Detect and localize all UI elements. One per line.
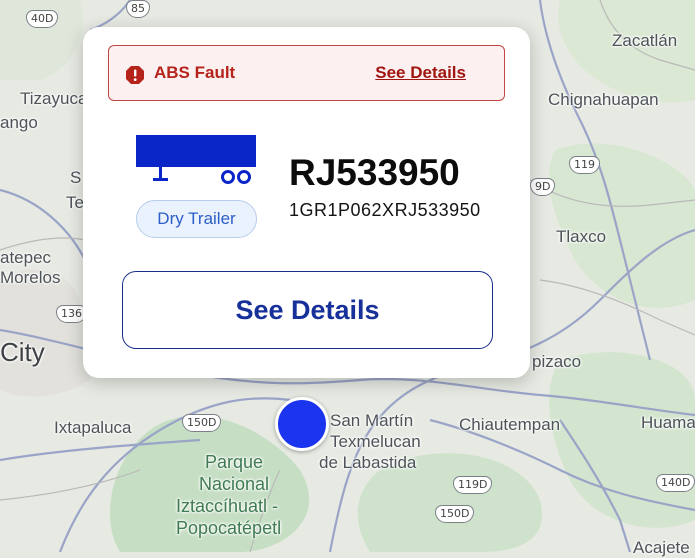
- map-shield-140d: 140D: [656, 474, 695, 492]
- unit-id: RJ533950: [289, 152, 460, 193]
- fault-alert-banner: ABS Fault See Details: [108, 45, 505, 101]
- alert-message: ABS Fault: [154, 63, 236, 82]
- map-label-ixtapaluca: Ixtapaluca: [54, 418, 132, 437]
- map-label-chiautempan: Chiautempan: [459, 415, 561, 434]
- map-label-te: Te: [66, 193, 84, 212]
- vehicle-info-popup: ABS Fault See Details Dry Trailer RJ5339…: [83, 27, 530, 378]
- map-shield-119d: 119D: [453, 476, 493, 494]
- dry-trailer-icon: [136, 135, 256, 184]
- map-label-huamantla: Huaman: [641, 413, 695, 432]
- see-details-button[interactable]: See Details: [122, 271, 493, 349]
- vehicle-location-marker[interactable]: [275, 397, 329, 451]
- vin-number: 1GR1P062XRJ533950: [289, 200, 481, 220]
- map-label-san-martin-line1: San Martín: [330, 411, 414, 430]
- map-shield-150d-east: 150D: [435, 505, 475, 523]
- map-shield-119: 119: [569, 156, 600, 174]
- map-shield-150d-west: 150D: [182, 414, 222, 432]
- map-label-park-line3: Iztaccíhuatl -: [176, 496, 279, 516]
- map-label-morelos: Morelos: [0, 268, 61, 287]
- map-label-apizaco: pizaco: [532, 352, 582, 371]
- trailer-type-badge: Dry Trailer: [136, 200, 257, 238]
- map-label-ango: ango: [0, 113, 38, 132]
- map-label-ecatepec: atepec: [0, 248, 52, 267]
- map-label-park-line4: Popocatépetl: [176, 518, 282, 538]
- map-label-san-martin-line3: de Labastida: [319, 453, 417, 472]
- map-label-park-line2: Nacional: [199, 474, 270, 494]
- alert-icon: [126, 66, 144, 84]
- map-label-zacatlan: Zacatlán: [612, 31, 678, 50]
- map-label-s: S: [70, 168, 82, 187]
- map-label-acajete: Acajete: [633, 538, 690, 557]
- map-label-park-line1: Parque: [205, 452, 264, 472]
- map-label-san-martin-line2: Texmelucan: [330, 432, 421, 451]
- map-label-tizayuca: Tizayuca: [20, 89, 88, 108]
- map-shield-40d: 40D: [26, 10, 59, 28]
- alert-see-details-link[interactable]: See Details: [375, 63, 466, 83]
- map-label-chignahuapan: Chignahuapan: [548, 90, 659, 109]
- map-label-tlaxco: Tlaxco: [556, 227, 607, 246]
- map-label-city: City: [0, 337, 45, 367]
